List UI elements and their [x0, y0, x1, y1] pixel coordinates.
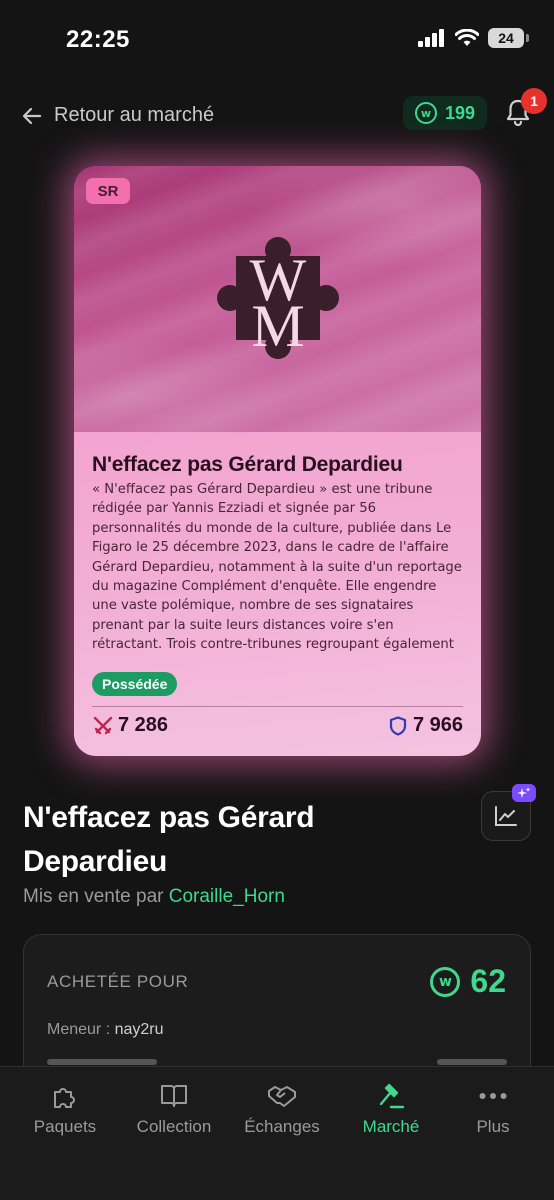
crossed-swords-icon	[93, 716, 113, 734]
defense-value: 7 966	[412, 714, 463, 736]
book-icon	[159, 1081, 189, 1111]
status-time: 22:25	[66, 26, 130, 53]
arrow-left-icon	[22, 107, 42, 124]
defense-stat: 7 966	[389, 714, 463, 737]
nav-item-paquets[interactable]: Paquets	[10, 1081, 120, 1137]
leader-label: Meneur :	[47, 1021, 111, 1038]
seller-line: Mis en vente par Coraille_Horn	[23, 886, 285, 908]
nav-item-echanges[interactable]: Échanges	[227, 1081, 337, 1137]
status-icons: 24	[418, 28, 529, 48]
attack-stat: 7 286	[92, 714, 168, 737]
sparkle-icon	[512, 784, 536, 802]
bottom-nav: Paquets Collection Échanges Marché Plus	[0, 1066, 554, 1200]
signal-icon	[418, 29, 444, 47]
wifi-icon	[455, 29, 479, 46]
nav-label-paquets: Paquets	[33, 1117, 97, 1136]
coin-icon: w	[430, 966, 461, 997]
attack-value: 7 286	[118, 714, 169, 736]
nav-label-marche: Marché	[362, 1117, 420, 1136]
line-chart-icon	[495, 806, 517, 826]
svg-text:M: M	[251, 293, 304, 359]
rarity-badge: SR	[86, 178, 130, 204]
seller-prefix: Mis en vente par	[23, 886, 164, 907]
nav-label-plus: Plus	[476, 1117, 510, 1136]
leader-line: Meneur : nay2ru	[47, 1021, 164, 1039]
card-artwork: SR W M	[74, 166, 481, 432]
coin-balance[interactable]: w 199	[403, 96, 487, 130]
more-dots-icon	[478, 1081, 508, 1111]
card-description: « N'effacez pas Gérard Depardieu » est u…	[92, 482, 462, 653]
purchase-price: w 62	[430, 963, 506, 1000]
purchase-label: ACHETÉE POUR	[47, 972, 189, 991]
back-to-market-link[interactable]: Retour au marché	[22, 104, 214, 127]
battery-indicator: 24	[488, 28, 529, 48]
card-title: N'effacez pas Gérard Depardieu	[92, 453, 403, 476]
nav-item-plus[interactable]: Plus	[438, 1081, 548, 1137]
status-bar: 22:25 24	[0, 0, 554, 80]
nav-item-marche[interactable]: Marché	[336, 1081, 446, 1137]
handshake-icon	[267, 1081, 297, 1111]
back-label: Retour au marché	[54, 104, 215, 126]
owned-badge: Possédée	[92, 672, 178, 696]
card-body: N'effacez pas Gérard Depardieu « N'effac…	[74, 432, 481, 756]
page-title: N'effacez pas Gérard Depardieu	[23, 801, 315, 878]
puzzle-icon	[50, 1081, 80, 1111]
nav-label-collection: Collection	[136, 1117, 212, 1136]
top-nav: Retour au marché w 199 1	[0, 88, 554, 140]
trading-card[interactable]: SR W M N'effacez pas Gérard Depardieu « …	[74, 166, 481, 756]
shield-icon	[389, 715, 407, 736]
coin-balance-value: 199	[444, 102, 476, 123]
notification-badge: 1	[521, 88, 547, 114]
nav-label-echanges: Échanges	[244, 1117, 320, 1136]
gavel-icon	[376, 1081, 406, 1111]
nav-item-collection[interactable]: Collection	[119, 1081, 229, 1137]
card-divider	[92, 706, 463, 707]
coin-icon: w	[414, 102, 437, 124]
wm-puzzle-logo: W M	[217, 237, 339, 359]
seller-name-link[interactable]: Coraille_Horn	[169, 886, 285, 907]
leader-value: nay2ru	[114, 1021, 164, 1038]
purchase-price-value: 62	[470, 963, 506, 999]
